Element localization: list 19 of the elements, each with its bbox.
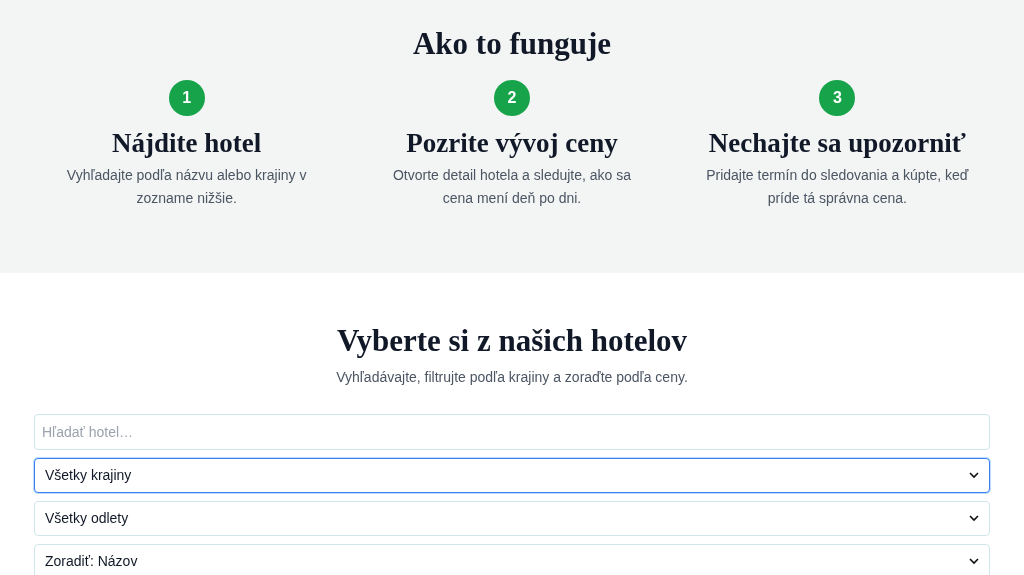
step-title: Nájdite hotel — [112, 127, 262, 160]
chevron-down-icon — [969, 515, 979, 522]
step-number: 2 — [494, 80, 530, 116]
filter-dropdown[interactable]: Zoradiť: Názov — [34, 544, 990, 575]
step-number: 3 — [819, 80, 856, 116]
section-title: Vyberte si z našich hotelov — [336, 322, 688, 360]
step-description: Vyhľadajte podľa názvu alebo krajiny v zozname nižšie. — [65, 166, 308, 208]
chevron-down-icon — [969, 472, 979, 479]
section-title: Ako to funguje — [412, 25, 612, 63]
step-number: 1 — [168, 80, 205, 116]
step-title: Nechajte sa upozorniť — [708, 127, 966, 160]
filter-dropdown[interactable]: Všetky odlety — [34, 501, 990, 536]
search-field[interactable]: Hľadať hotel… — [34, 414, 990, 450]
filter-dropdown[interactable]: Všetky krajiny — [34, 458, 990, 493]
section-subtitle: Vyhľadávajte, filtrujte podľa krajiny a zoraďte podľa ceny. — [336, 368, 688, 387]
step-description: Pridajte termín do sledovania a kúpte, keď príde tá správna cena. — [705, 166, 970, 208]
step-description: Otvorte detail hotela a sledujte, ako sa cena mení deň po dni. — [391, 166, 633, 208]
step-title: Pozrite vývoj ceny — [406, 127, 618, 160]
chevron-down-icon — [969, 558, 979, 565]
